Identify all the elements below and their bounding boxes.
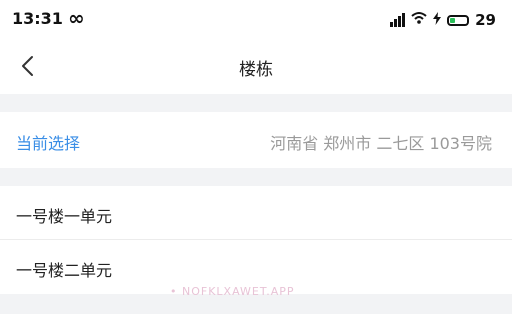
battery-fill (450, 17, 456, 23)
list-item-label: 一号楼一单元 (16, 207, 113, 226)
page-title: 楼栋 (239, 60, 273, 80)
status-time: 13:31 (12, 9, 63, 28)
current-selection-label: 当前选择 (16, 134, 81, 153)
battery-level: 29 (475, 11, 496, 29)
current-selection-value: 河南省 郑州市 二七区 103号院 (270, 134, 492, 153)
building-list: 一号楼一单元 一号楼二单元 (0, 186, 512, 294)
battery-icon (447, 14, 470, 26)
status-bar: 13:31 ∞ 29 (0, 0, 512, 40)
watermark: • NOFKLXAWET.APP (170, 285, 295, 298)
status-icons: 29 (390, 9, 496, 31)
wifi-icon (411, 11, 427, 29)
charging-bolt-icon (433, 12, 442, 28)
list-item-label: 一号楼二单元 (16, 261, 113, 280)
signal-icon (390, 13, 406, 27)
nav-bar: 楼栋 (0, 40, 512, 94)
infinity-icon: ∞ (68, 6, 85, 30)
list-item[interactable]: 一号楼一单元 (0, 186, 512, 240)
current-selection-row: 当前选择 河南省 郑州市 二七区 103号院 (0, 112, 512, 168)
